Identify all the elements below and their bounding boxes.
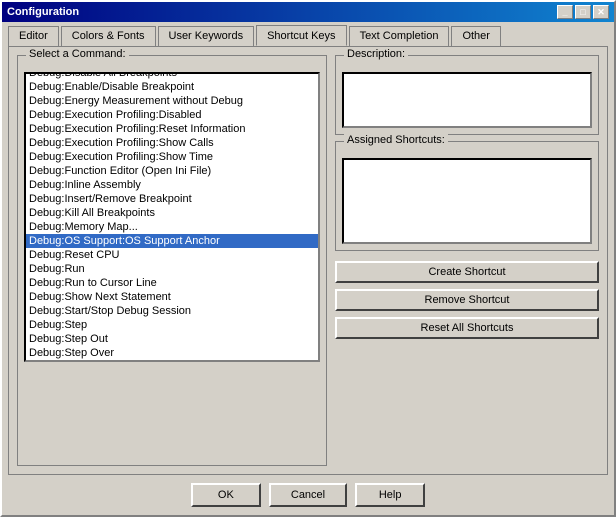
tab-editor[interactable]: Editor bbox=[8, 26, 59, 46]
list-item[interactable]: Debug:Function Editor (Open Ini File) bbox=[26, 164, 318, 178]
help-button[interactable]: Help bbox=[355, 483, 425, 507]
list-item[interactable]: Debug:Run bbox=[26, 262, 318, 276]
title-bar-buttons: _ □ ✕ bbox=[557, 5, 609, 19]
left-panel: Select a Command: Debug:AGDI Menu Anchor… bbox=[17, 55, 327, 466]
list-item[interactable]: Debug:Step bbox=[26, 318, 318, 332]
tab-shortcut-keys[interactable]: Shortcut Keys bbox=[256, 25, 346, 46]
list-item[interactable]: Debug:OS Support:OS Support Anchor bbox=[26, 234, 318, 248]
tab-colors-fonts[interactable]: Colors & Fonts bbox=[61, 26, 156, 46]
assigned-shortcuts-label: Assigned Shortcuts: bbox=[344, 134, 448, 146]
list-item[interactable]: Debug:Run to Cursor Line bbox=[26, 276, 318, 290]
list-item[interactable]: Debug:Kill All Breakpoints bbox=[26, 206, 318, 220]
right-panel: Description: Assigned Shortcuts: Create … bbox=[335, 55, 599, 466]
description-group: Description: bbox=[335, 55, 599, 135]
list-item[interactable]: Debug:Reset CPU bbox=[26, 248, 318, 262]
list-item[interactable]: Debug:Enable/Disable Breakpoint bbox=[26, 80, 318, 94]
assigned-shortcuts-textarea[interactable] bbox=[342, 158, 592, 244]
reset-all-shortcuts-button[interactable]: Reset All Shortcuts bbox=[335, 317, 599, 339]
select-command-label: Select a Command: bbox=[26, 48, 129, 60]
tab-other[interactable]: Other bbox=[451, 26, 501, 46]
command-list[interactable]: Debug:AGDI Menu AnchorDebug:BreakpointsD… bbox=[24, 72, 320, 362]
list-item[interactable]: Debug:Execution Profiling:Show Time bbox=[26, 150, 318, 164]
bottom-bar: OK Cancel Help bbox=[2, 475, 614, 515]
remove-shortcut-button[interactable]: Remove Shortcut bbox=[335, 289, 599, 311]
list-item[interactable]: Debug:Disable All Breakpoints bbox=[26, 72, 318, 80]
list-item[interactable]: Debug:Insert/Remove Breakpoint bbox=[26, 192, 318, 206]
create-shortcut-button[interactable]: Create Shortcut bbox=[335, 261, 599, 283]
window-title: Configuration bbox=[7, 6, 79, 18]
configuration-window: Configuration _ □ ✕ EditorColors & Fonts… bbox=[0, 0, 616, 517]
tabs-container: EditorColors & FontsUser KeywordsShortcu… bbox=[2, 22, 614, 46]
description-label: Description: bbox=[344, 48, 408, 60]
tab-user-keywords[interactable]: User Keywords bbox=[158, 26, 255, 46]
assigned-shortcuts-group: Assigned Shortcuts: bbox=[335, 141, 599, 251]
list-item[interactable]: Debug:Execution Profiling:Disabled bbox=[26, 108, 318, 122]
ok-button[interactable]: OK bbox=[191, 483, 261, 507]
maximize-button[interactable]: □ bbox=[575, 5, 591, 19]
tab-text-completion[interactable]: Text Completion bbox=[349, 26, 450, 46]
list-item[interactable]: Debug:Step Over bbox=[26, 346, 318, 360]
cancel-button[interactable]: Cancel bbox=[269, 483, 347, 507]
shortcut-buttons-panel: Create Shortcut Remove Shortcut Reset Al… bbox=[335, 261, 599, 339]
list-item[interactable]: Debug:Memory Map... bbox=[26, 220, 318, 234]
list-item[interactable]: Debug:Execution Profiling:Reset Informat… bbox=[26, 122, 318, 136]
list-item[interactable]: Debug:Show Next Statement bbox=[26, 290, 318, 304]
list-item[interactable]: Debug:Start/Stop Debug Session bbox=[26, 304, 318, 318]
list-item[interactable]: Debug:Inline Assembly bbox=[26, 178, 318, 192]
list-item[interactable]: Debug:Execution Profiling:Show Calls bbox=[26, 136, 318, 150]
description-textarea[interactable] bbox=[342, 72, 592, 128]
tab-content: Select a Command: Debug:AGDI Menu Anchor… bbox=[8, 46, 608, 475]
select-command-group: Select a Command: Debug:AGDI Menu Anchor… bbox=[17, 55, 327, 466]
minimize-button[interactable]: _ bbox=[557, 5, 573, 19]
list-item[interactable]: Debug:Step Out bbox=[26, 332, 318, 346]
list-item[interactable]: Debug:Energy Measurement without Debug bbox=[26, 94, 318, 108]
close-button[interactable]: ✕ bbox=[593, 5, 609, 19]
title-bar: Configuration _ □ ✕ bbox=[2, 2, 614, 22]
